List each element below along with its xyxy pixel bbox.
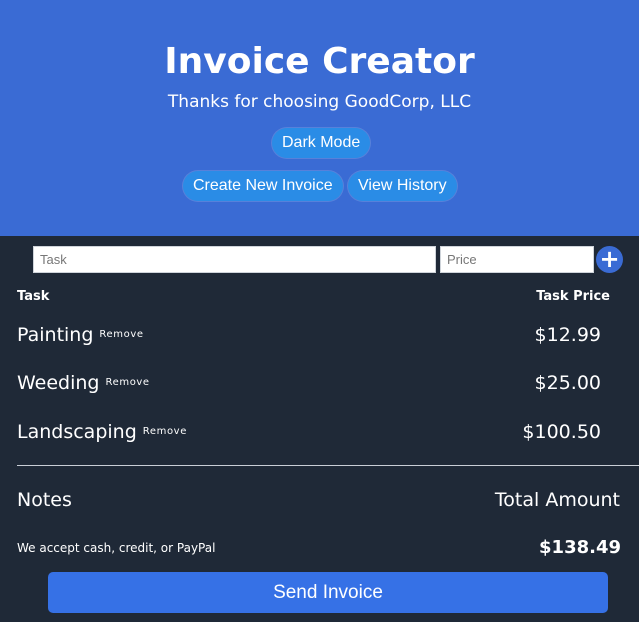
- remove-button[interactable]: Remove: [106, 377, 150, 388]
- task-input[interactable]: Task: [33, 246, 436, 273]
- view-history-button[interactable]: View History: [348, 171, 457, 201]
- notes-text: We accept cash, credit, or PayPal: [17, 541, 216, 555]
- create-new-invoice-button[interactable]: Create New Invoice: [183, 171, 343, 201]
- app-subtitle: Thanks for choosing GoodCorp, LLC: [167, 92, 472, 112]
- task-price: $100.50: [522, 421, 601, 443]
- task-name: Landscaping: [17, 421, 137, 443]
- remove-button[interactable]: Remove: [99, 329, 143, 340]
- list-item: Landscaping Remove: [17, 419, 187, 445]
- price-column-header: Task Price: [536, 289, 610, 304]
- list-item: Painting Remove: [17, 322, 144, 348]
- total-amount-label: Total Amount: [494, 489, 620, 511]
- app-title: Invoice Creator: [164, 41, 475, 82]
- remove-button[interactable]: Remove: [143, 426, 187, 437]
- divider: [17, 465, 639, 466]
- add-item-button[interactable]: +: [596, 246, 623, 273]
- task-name: Weeding: [17, 372, 100, 394]
- total-amount-value: $138.49: [539, 537, 621, 558]
- task-price: $25.00: [534, 372, 601, 394]
- task-price: $12.99: [534, 324, 601, 346]
- task-name: Painting: [17, 324, 94, 346]
- task-column-header: Task: [17, 289, 50, 304]
- header: Invoice Creator Thanks for choosing Good…: [0, 0, 639, 236]
- list-item: Weeding Remove: [17, 370, 150, 396]
- notes-label: Notes: [17, 489, 72, 511]
- dark-mode-button[interactable]: Dark Mode: [272, 128, 371, 158]
- plus-icon: +: [599, 245, 620, 273]
- send-invoice-button[interactable]: Send Invoice: [48, 572, 608, 613]
- price-input[interactable]: Price: [440, 246, 594, 273]
